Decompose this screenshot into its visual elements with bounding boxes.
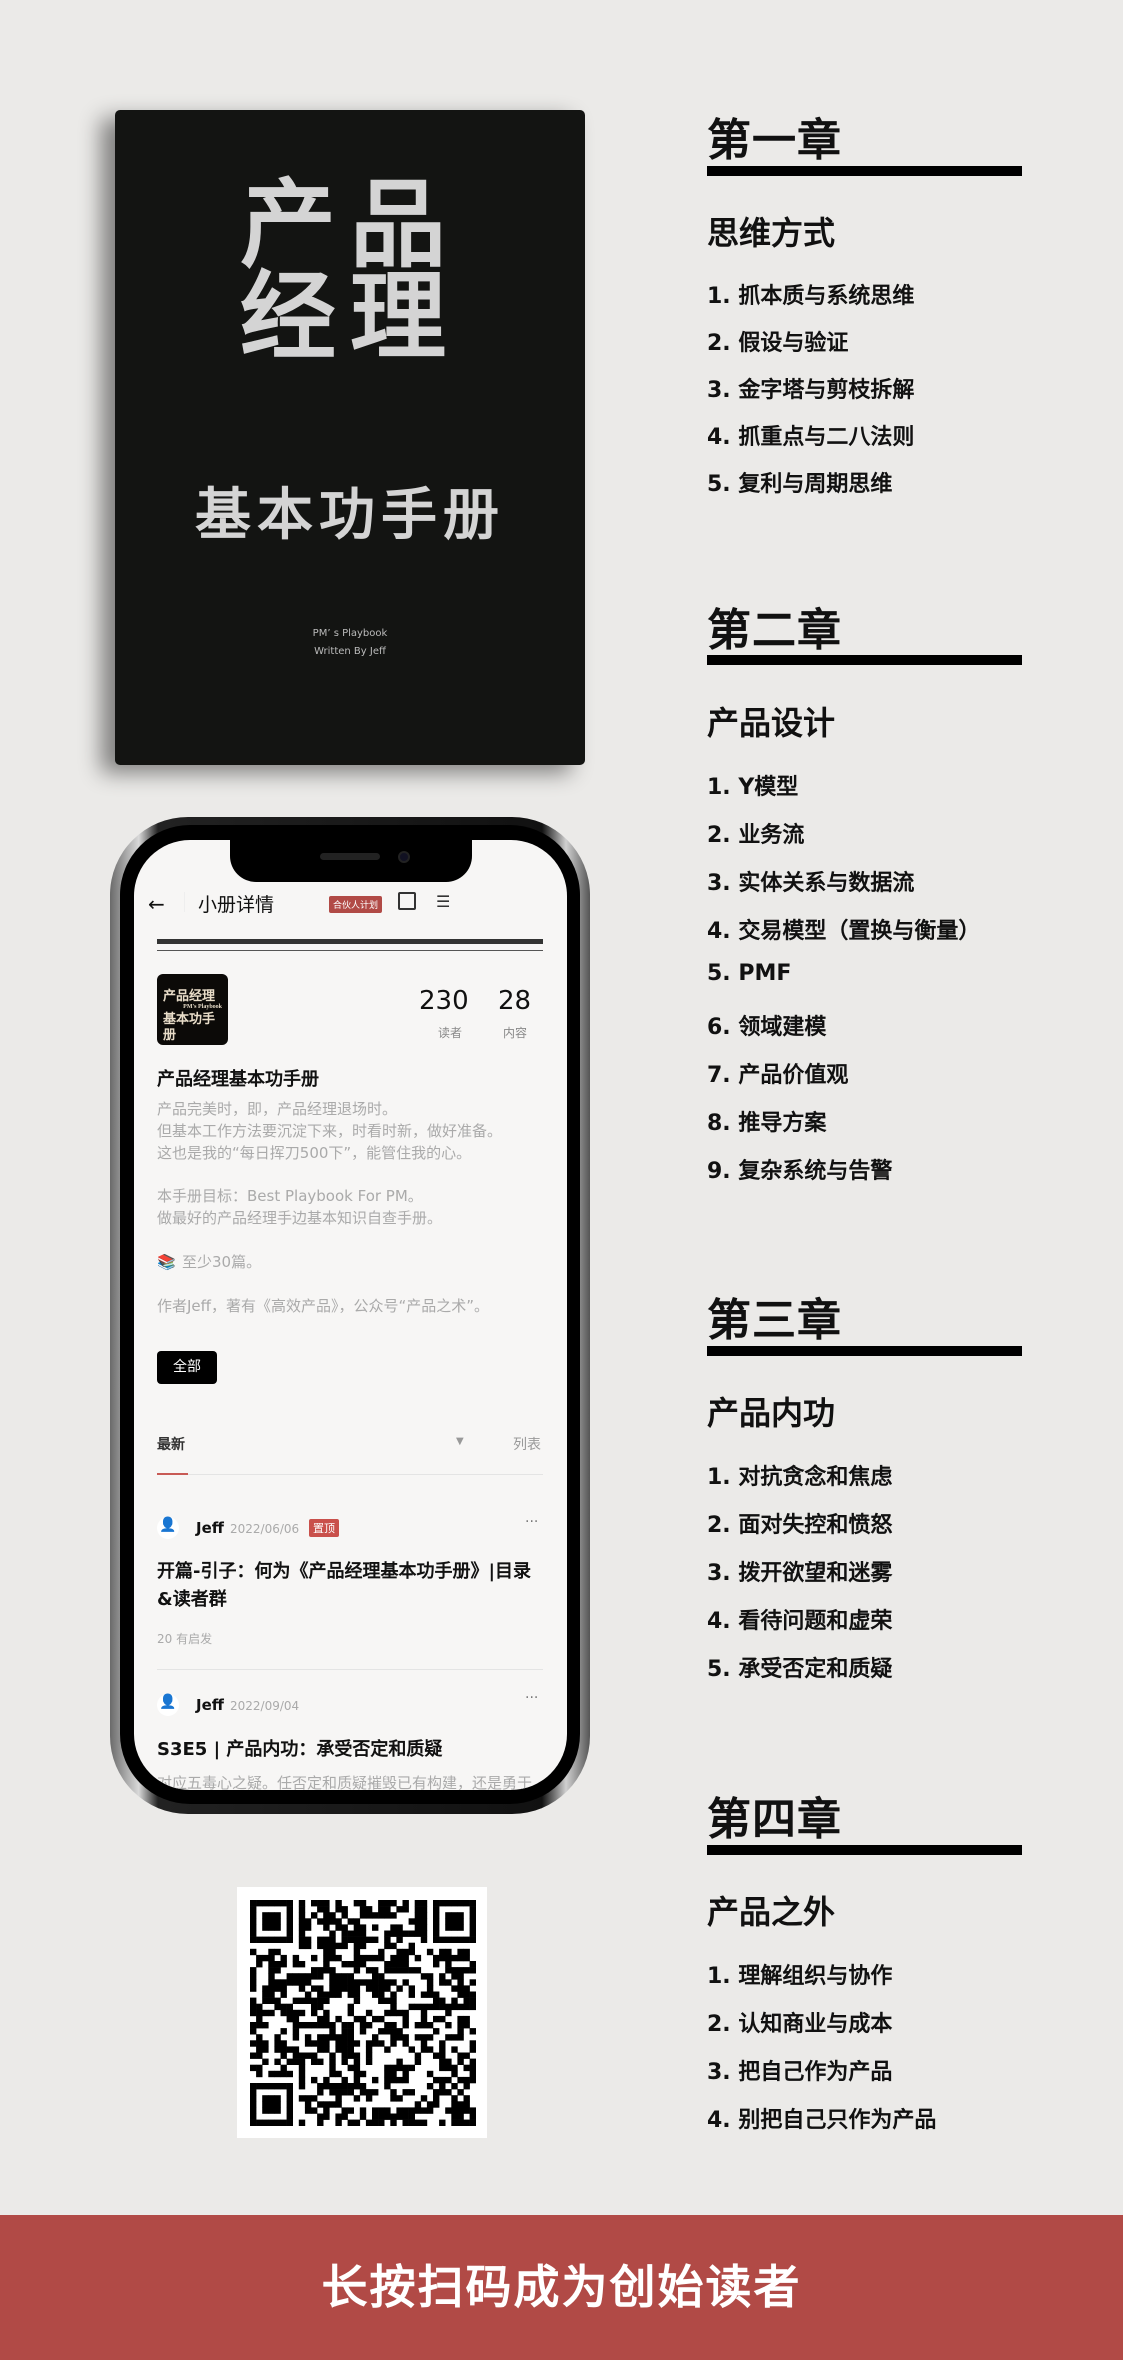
thumb-text: 产品经理 (163, 988, 216, 1003)
filter-all-button[interactable]: 全部 (157, 1351, 217, 1384)
books-icon: 📚 (157, 1253, 176, 1271)
chapter-item: 4. 别把自己只作为产品 (707, 2108, 937, 2133)
chapter-item: 5. 承受否定和质疑 (707, 1657, 893, 1682)
desc-line: 这也是我的“每日挥刀500下”，能管住我的心。 (157, 1144, 472, 1162)
post-date: 2022/06/06 (230, 1522, 300, 1536)
desc-line: 作者Jeff，著有《高效产品》，公众号“产品之术”。 (157, 1297, 490, 1315)
share-icon[interactable] (398, 892, 416, 910)
readers-label: 读者 (438, 1026, 463, 1040)
desc-line: 做最好的产品经理手边基本知识自查手册。 (157, 1209, 443, 1227)
chapter-item: 1. Y模型 (707, 775, 799, 800)
cover-title-line3: 基本功手册 (195, 483, 505, 548)
chapter-item: 5. PMF (707, 961, 792, 986)
partner-badge[interactable]: 合伙人计划 (329, 896, 383, 913)
chapter-subtitle: 产品之外 (707, 1893, 836, 1931)
phone-screen: ← 小册详情 合伙人计划 ☰ 产品经理 PM's Playbook 基本功手册 … (134, 840, 567, 1790)
chapter-item: 2. 认知商业与成本 (707, 2012, 893, 2037)
qr-code[interactable] (237, 1887, 487, 2138)
chapter-item: 1. 对抗贪念和焦虑 (707, 1465, 893, 1490)
chapter-divider (707, 1845, 1022, 1855)
chapter-item: 1. 理解组织与协作 (707, 1964, 893, 1989)
thumb-text: PM's Playbook (183, 1004, 222, 1010)
desc-line: 产品完美时，即，产品经理退场时。 (157, 1100, 398, 1118)
chapter-item: 3. 把自己作为产品 (707, 2060, 893, 2085)
cover-author: Written By Jeff (314, 646, 386, 657)
pinned-badge: 置顶 (309, 1519, 339, 1537)
readers-count: 230 (419, 986, 469, 1016)
more-options-icon[interactable]: ··· (525, 1514, 538, 1530)
post-title[interactable]: 开篇-引子：何为《产品经理基本功手册》|目录&读者群 (157, 1558, 537, 1614)
chapter-heading: 第四章 (707, 1794, 842, 1845)
cover-subtitle: PM’ s Playbook (312, 628, 388, 639)
cover-title-line2: 经理 (240, 261, 460, 373)
desc-line: 至少30篇。 (182, 1253, 262, 1271)
desc-line: 本手册目标：Best Playbook For PM。 (157, 1187, 423, 1205)
post-excerpt: 对应五毒心之疑。任否定和质疑摧毁已有构建，还是勇于 (157, 1774, 533, 1790)
post-title[interactable]: S3E5 | 产品内功：承受否定和质疑 (157, 1735, 442, 1761)
chapter-item: 8. 推导方案 (707, 1111, 827, 1136)
chapter-item: 3. 拨开欲望和迷雾 (707, 1561, 893, 1586)
chapter-divider (707, 1346, 1022, 1356)
list-view-toggle[interactable]: 列表 (513, 1434, 541, 1454)
desc-line: 但基本工作方法要沉淀下来，时看时新，做好准备。 (157, 1122, 503, 1140)
cta-banner[interactable]: 长按扫码成为创始读者 (0, 2215, 1123, 2360)
speaker (320, 853, 380, 860)
chapter-item: 3. 金字塔与剪枝拆解 (707, 378, 915, 403)
dropdown-triangle-icon[interactable]: ▼ (456, 1436, 464, 1447)
chapter-item: 2. 业务流 (707, 823, 805, 848)
chapter-heading: 第二章 (707, 605, 842, 656)
chapter-subtitle: 思维方式 (707, 214, 836, 252)
content-label: 内容 (503, 1026, 528, 1040)
post-date: 2022/09/04 (230, 1699, 300, 1713)
content-count: 28 (498, 986, 532, 1016)
chapter-item: 1. 抓本质与系统思维 (707, 284, 915, 309)
phone-notch (230, 840, 472, 882)
book-title: 产品经理基本功手册 (157, 1069, 319, 1090)
chapter-divider (707, 166, 1022, 176)
settings-menu-icon[interactable]: ☰ (436, 892, 450, 911)
chapter-item: 4. 抓重点与二八法则 (707, 425, 915, 450)
chapter-subtitle: 产品设计 (707, 704, 836, 742)
chapter-item: 5. 复利与周期思维 (707, 472, 893, 497)
chapter-heading: 第一章 (707, 115, 842, 166)
chapter-divider (707, 655, 1022, 665)
chapter-item: 4. 交易模型（置换与衡量） (707, 919, 981, 944)
chapter-item: 3. 实体关系与数据流 (707, 871, 915, 896)
tab-latest[interactable]: 最新 (157, 1434, 185, 1454)
chapter-item: 2. 面对失控和愤怒 (707, 1513, 893, 1538)
chapter-item: 7. 产品价值观 (707, 1063, 849, 1088)
post-author[interactable]: Jeff (196, 1519, 224, 1537)
nav-title: 小册详情 (198, 894, 275, 916)
chapter-item: 9. 复杂系统与告警 (707, 1159, 893, 1184)
author-avatar[interactable]: 👤 (157, 1694, 179, 1716)
camera (398, 851, 410, 863)
back-arrow-icon[interactable]: ← (148, 892, 165, 916)
chapter-item: 2. 假设与验证 (707, 331, 849, 356)
thumb-text: 基本功手册 (163, 1011, 216, 1042)
post-author[interactable]: Jeff (196, 1696, 224, 1714)
chapter-item: 4. 看待问题和虚荣 (707, 1609, 893, 1634)
book-cover: 产品 经理 基本功手册 PM’ s Playbook Written By Je… (115, 110, 585, 765)
post-reactions[interactable]: 20 有启发 (157, 1630, 212, 1647)
chapter-subtitle: 产品内功 (707, 1394, 836, 1432)
chapter-heading: 第三章 (707, 1295, 842, 1346)
book-thumbnail: 产品经理 PM's Playbook 基本功手册 (157, 974, 228, 1045)
more-options-icon[interactable]: ··· (525, 1690, 538, 1706)
author-avatar[interactable]: 👤 (157, 1517, 179, 1539)
chapter-item: 6. 领域建模 (707, 1015, 827, 1040)
